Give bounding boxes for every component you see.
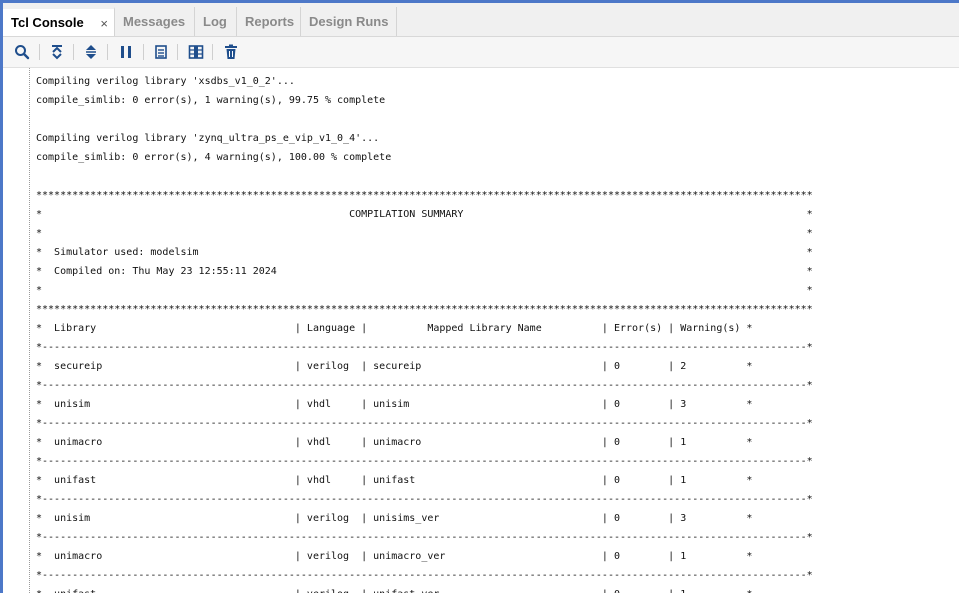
tab-label: Tcl Console [11,15,84,30]
console-line: * unifast | verilog | unifast_ver | 0 | … [36,585,813,593]
toggle-columns-icon [188,45,204,59]
console-line: *---------------------------------------… [36,456,813,467]
tab-label: Log [203,14,227,29]
close-icon[interactable]: × [100,16,108,31]
collapse-expand-icon [86,45,96,59]
copy-icon [155,45,167,59]
console-line: * Simulator used: modelsim * [36,247,813,258]
console-line: Compiling verilog library 'zynq_ultra_ps… [36,133,380,144]
toolbar-separator [39,44,40,60]
console-text: Compiling verilog library 'xsdbs_v1_0_2'… [36,72,813,593]
collapse-expand-button[interactable] [81,42,101,62]
console-line: * unifast | vhdl | unifast | 0 | 1 * [36,475,753,486]
console-line: Compiling verilog library 'xsdbs_v1_0_2'… [36,76,295,87]
console-line: *---------------------------------------… [36,418,813,429]
tab-messages[interactable]: Messages [115,7,195,36]
tab-label: Design Runs [309,14,389,29]
tab-bar: Tcl Console × Messages Log Reports Desig… [3,3,959,37]
console-line: *---------------------------------------… [36,380,813,391]
toolbar-separator [212,44,213,60]
gutter-line [29,68,30,593]
tab-label: Messages [123,14,186,29]
toggle-columns-button[interactable] [186,42,206,62]
console-line: * Compiled on: Thu May 23 12:55:11 2024 … [36,266,813,277]
console-line: ****************************************… [36,190,813,201]
delete-button[interactable] [221,42,241,62]
console-line: ****************************************… [36,304,813,315]
console-line: * * [36,228,813,239]
console-line: * unisim | verilog | unisims_ver | 0 | 3… [36,513,753,524]
scroll-to-top-button[interactable] [47,42,67,62]
toolbar-separator [143,44,144,60]
search-icon [15,45,30,60]
console-line: * COMPILATION SUMMARY * [36,209,813,220]
tab-tcl-console[interactable]: Tcl Console × [3,7,115,36]
scroll-to-top-icon [52,45,62,60]
console-line: * * [36,285,813,296]
console-line: compile_simlib: 0 error(s), 4 warning(s)… [36,152,392,163]
copy-button[interactable] [151,42,171,62]
console-output[interactable]: Compiling verilog library 'xsdbs_v1_0_2'… [3,68,959,593]
console-toolbar [3,37,959,68]
toolbar-separator [107,44,108,60]
tab-label: Reports [245,14,295,29]
console-line: *---------------------------------------… [36,570,813,581]
console-line: * secureip | verilog | secureip | 0 | 2 … [36,361,753,372]
delete-icon [225,44,237,59]
toolbar-separator [177,44,178,60]
toolbar-separator [73,44,74,60]
console-line: *---------------------------------------… [36,532,813,543]
console-line: compile_simlib: 0 error(s), 1 warning(s)… [36,95,386,106]
tab-design-runs[interactable]: Design Runs [301,7,397,36]
search-button[interactable] [12,42,32,62]
console-line: * unisim | vhdl | unisim | 0 | 3 * [36,399,753,410]
tab-reports[interactable]: Reports [237,7,301,36]
pause-button[interactable] [116,42,136,62]
tab-log[interactable]: Log [195,7,237,36]
console-line: *---------------------------------------… [36,342,813,353]
console-line: * unimacro | verilog | unimacro_ver | 0 … [36,551,753,562]
console-line: *---------------------------------------… [36,494,813,505]
console-line: * Library | Language | Mapped Library Na… [36,323,753,334]
pause-icon [121,46,131,58]
console-line: * unimacro | vhdl | unimacro | 0 | 1 * [36,437,753,448]
